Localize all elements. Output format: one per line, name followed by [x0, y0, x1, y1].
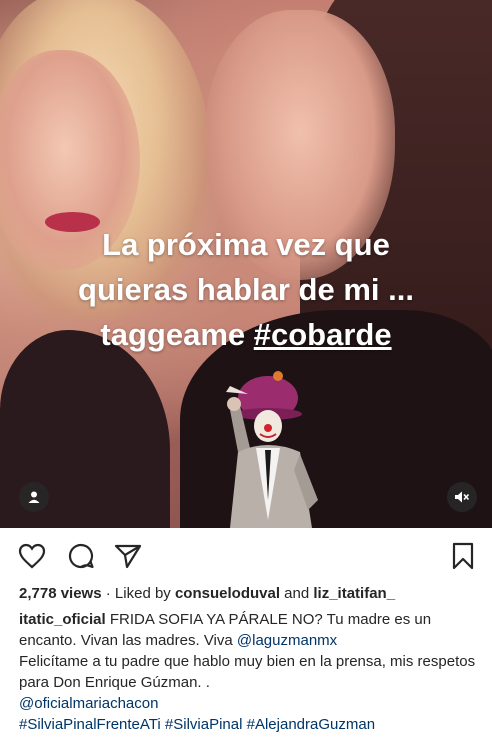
- liked-and: and: [280, 585, 314, 602]
- liked-by-user-2[interactable]: liz_itatifan_: [313, 585, 395, 602]
- clown-sticker: [226, 371, 318, 528]
- hashtag-alejandraguzman[interactable]: #AlejandraGuzman: [247, 716, 375, 733]
- caption-hashtag: #cobarde: [253, 317, 392, 352]
- save-button[interactable]: [448, 541, 478, 571]
- views-and-likes: 2,778 views · Liked by consueloduval and…: [19, 585, 395, 602]
- send-icon: [114, 544, 142, 569]
- separator: ·: [101, 585, 115, 602]
- heart-icon: [18, 543, 46, 569]
- caption-text-2: Felicítame a tu padre que hablo muy bien…: [19, 653, 476, 691]
- hashtag-silviapinalfrenteati[interactable]: #SilviaPinalFrenteATi: [19, 716, 161, 733]
- story-video[interactable]: La próxima vez que quieras hablar de mi …: [0, 0, 492, 528]
- speaker-muted-icon: [455, 491, 470, 503]
- caption-line-1: La próxima vez que: [102, 227, 390, 262]
- caption-line-3-prefix: taggeame: [100, 317, 254, 352]
- story-caption: La próxima vez que quieras hablar de mi …: [0, 222, 492, 357]
- mute-button[interactable]: [447, 482, 477, 512]
- person-icon: [28, 491, 40, 503]
- hashtag-silviapinal[interactable]: #SilviaPinal: [165, 716, 243, 733]
- post-caption: itatic_oficial FRIDA SOFIA YA PÁRALE NO?…: [19, 609, 481, 735]
- caption-line-2: quieras hablar de mi ...: [78, 272, 414, 307]
- like-button[interactable]: [17, 541, 47, 571]
- author-username[interactable]: itatic_oficial: [19, 611, 106, 628]
- user-tag-button[interactable]: [19, 482, 49, 512]
- post-actions-bar: [0, 528, 492, 586]
- mention-oficialmariachacon[interactable]: @oficialmariachacon: [19, 695, 158, 712]
- comment-icon: [68, 543, 94, 569]
- bookmark-icon: [452, 542, 474, 570]
- view-count[interactable]: 2,778 views: [19, 585, 102, 602]
- comment-button[interactable]: [66, 541, 96, 571]
- liked-by-prefix: Liked by: [114, 585, 175, 602]
- mention-laguzmanmx[interactable]: @laguzmanmx: [237, 632, 337, 649]
- liked-by-user-1[interactable]: consueloduval: [175, 585, 280, 602]
- share-button[interactable]: [113, 541, 143, 571]
- caption-line-3: taggeame #cobarde: [0, 312, 492, 357]
